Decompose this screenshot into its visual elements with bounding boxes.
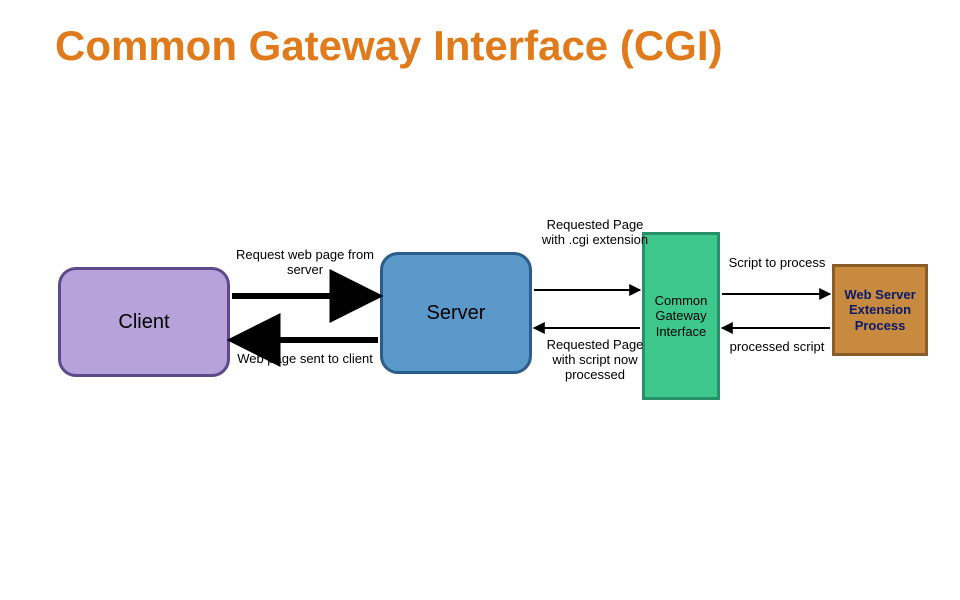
node-client-label: Client xyxy=(118,311,169,334)
node-cgi-label: Common Gateway Interface xyxy=(649,293,713,340)
edge-label-server-to-client: Web page sent to client xyxy=(235,352,375,367)
edge-label-server-to-cgi: Requested Page with .cgi extension xyxy=(540,218,650,248)
diagram-canvas: Client Server Common Gateway Interface W… xyxy=(0,0,960,600)
node-cgi: Common Gateway Interface xyxy=(642,232,720,400)
node-client: Client xyxy=(58,267,230,377)
node-ext: Web Server Extension Process xyxy=(832,264,928,356)
edge-label-ext-to-cgi: processed script xyxy=(722,340,832,355)
edge-label-cgi-to-ext: Script to process xyxy=(722,256,832,271)
edge-label-cgi-to-server: Requested Page with script now processed xyxy=(540,338,650,383)
node-server-label: Server xyxy=(427,302,486,325)
edge-label-client-to-server: Request web page from server xyxy=(235,248,375,278)
node-ext-label: Web Server Extension Process xyxy=(839,287,921,334)
node-server: Server xyxy=(380,252,532,374)
